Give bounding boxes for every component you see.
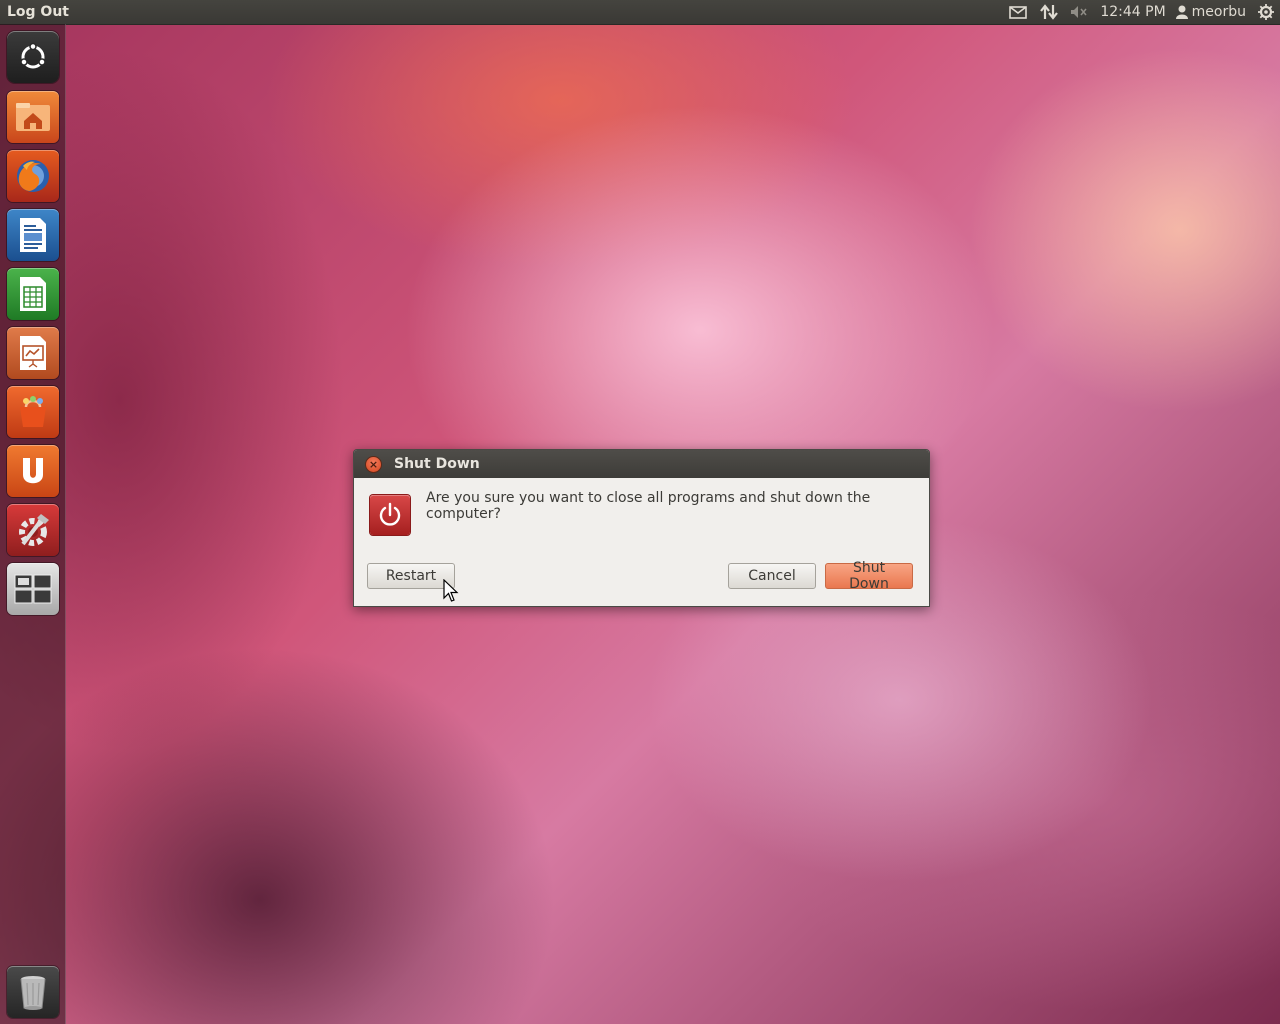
indicator-area: 12:44 PM meorbu (1002, 0, 1280, 24)
username-label: meorbu (1191, 4, 1246, 20)
restart-button[interactable]: Restart (367, 563, 455, 589)
shutdown-dialog: × Shut Down Are you sure you want to clo… (353, 449, 930, 607)
power-icon (370, 495, 410, 535)
calc-icon[interactable] (7, 268, 59, 320)
mail-icon[interactable] (1002, 0, 1034, 24)
trash-icon[interactable] (7, 966, 59, 1018)
dialog-message: Are you sure you want to close all progr… (426, 490, 871, 522)
gear-icon[interactable] (1252, 0, 1280, 24)
sound-muted-icon[interactable] (1064, 0, 1094, 24)
workspace-switcher-icon[interactable] (7, 563, 59, 615)
dash-home-icon[interactable] (7, 31, 59, 83)
user-icon (1175, 5, 1188, 19)
network-icon[interactable] (1034, 0, 1064, 24)
writer-icon[interactable] (7, 209, 59, 261)
launcher (0, 24, 66, 1024)
firefox-icon[interactable] (7, 150, 59, 202)
clock[interactable]: 12:44 PM (1094, 0, 1173, 24)
ubuntu-one-icon[interactable] (7, 445, 59, 497)
impress-icon[interactable] (7, 327, 59, 379)
close-icon[interactable]: × (365, 455, 382, 473)
top-panel: Log Out 12:44 PM meorbu (0, 0, 1280, 25)
mouse-cursor-icon (443, 579, 459, 602)
active-app-title: Log Out (7, 4, 69, 20)
cancel-button[interactable]: Cancel (728, 563, 816, 589)
dialog-title: Shut Down (394, 456, 480, 472)
software-center-icon[interactable] (7, 386, 59, 438)
shutdown-button[interactable]: Shut Down (825, 560, 913, 592)
dialog-titlebar[interactable]: × Shut Down (354, 450, 929, 478)
user-menu[interactable]: meorbu (1174, 0, 1252, 24)
home-folder-icon[interactable] (7, 91, 59, 143)
system-settings-icon[interactable] (7, 504, 59, 556)
